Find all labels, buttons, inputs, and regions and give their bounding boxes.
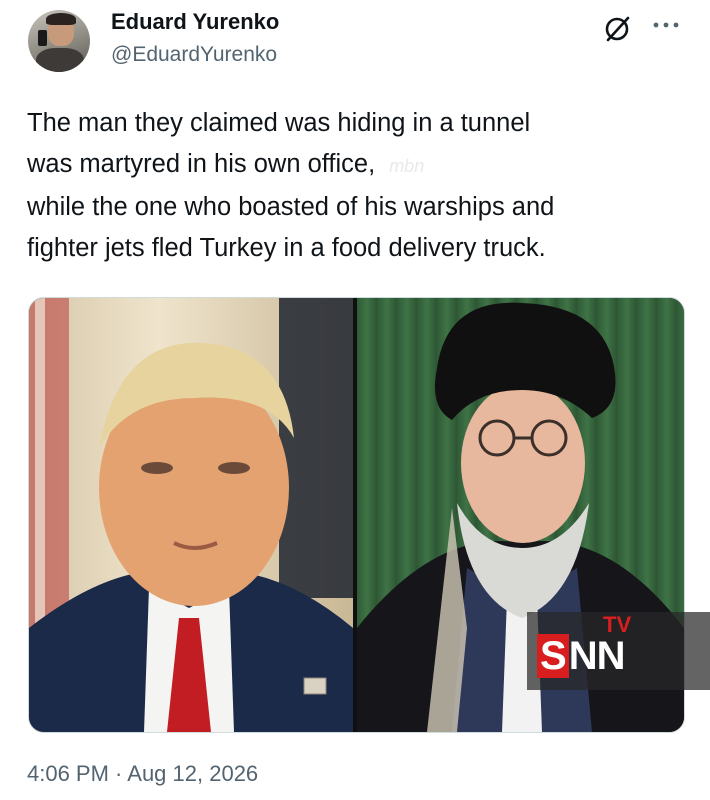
more-options-icon[interactable]	[652, 18, 680, 32]
snn-wordmark: SNN	[537, 634, 626, 679]
tweet-text: The man they claimed was hiding in a tun…	[27, 103, 697, 269]
portrait-man-suit-red-tie	[29, 298, 353, 732]
avatar-hair-shape	[46, 13, 76, 25]
tweet-header: Eduard Yurenko @EduardYurenko	[0, 0, 710, 90]
tweet-text-line: The man they claimed was hiding in a tun…	[27, 109, 531, 137]
author-handle[interactable]: @EduardYurenko	[111, 43, 277, 67]
tweet-text-line: while the one who boasted of his warship…	[27, 193, 555, 221]
tweet-text-line: fighter jets fled Turkey in a food deliv…	[27, 234, 546, 262]
snn-tv-logo: TV SNN	[527, 612, 710, 690]
tweet-timestamp[interactable]: 4:06 PM · Aug 12, 2026	[27, 761, 258, 787]
snn-nn-letters: NN	[568, 634, 626, 678]
avatar-body-shape	[36, 48, 84, 72]
avatar-phone-shape	[38, 30, 47, 46]
tweet-text-line: was martyred in his own office, mbn	[27, 144, 697, 187]
snn-s-letter: S	[537, 634, 569, 678]
grok-icon[interactable]	[602, 14, 632, 44]
media-photo-left[interactable]	[29, 298, 353, 732]
mbn-watermark: mbn	[389, 156, 425, 176]
author-display-name[interactable]: Eduard Yurenko	[111, 9, 279, 35]
tweet-text-line-content: was martyred in his own office,	[27, 150, 376, 178]
author-avatar[interactable]	[28, 10, 90, 72]
